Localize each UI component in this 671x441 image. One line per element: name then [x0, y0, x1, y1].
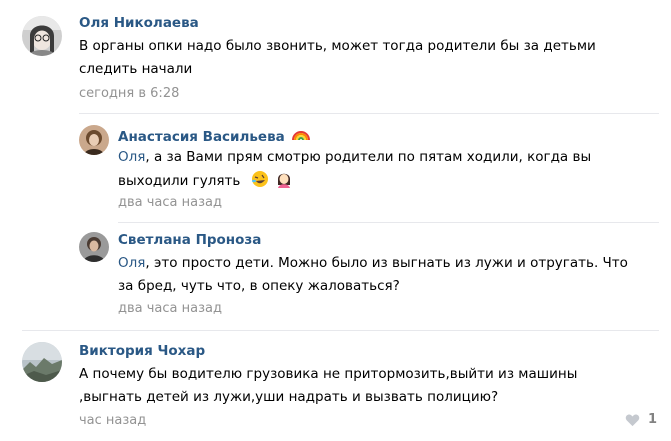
comment-text: , а за Вами прям смотрю родители по пята… — [145, 149, 592, 165]
comment-text-line: ,выгнать детей из лужи,уши надрать и выз… — [79, 389, 499, 405]
like-button[interactable]: 1 — [625, 412, 657, 427]
comment-text-line: выходили гулять — [118, 169, 295, 193]
like-count: 1 — [647, 412, 657, 427]
woman-emoji-icon — [277, 173, 290, 188]
comment-date[interactable]: сегодня в 6:28 — [79, 85, 179, 103]
comment-text: выходили гулять — [118, 173, 241, 189]
avatar-viktoria[interactable] — [22, 342, 62, 382]
comment-text-line: Оля, это просто дети. Можно было из выгн… — [118, 251, 628, 275]
comment-2: Анастасия Васильева Оля, а за Вами прям … — [0, 114, 671, 224]
mention-link[interactable]: Оля — [118, 149, 145, 165]
comment-date[interactable]: два часа назад — [118, 194, 222, 212]
avatar-svetlana[interactable] — [79, 232, 109, 262]
comments-thread: Оля Николаева В органы опки надо было зв… — [0, 0, 671, 441]
comment-author-name[interactable]: Анастасия Васильева — [118, 129, 285, 145]
comment-date[interactable]: два часа назад — [118, 300, 222, 318]
comment-text-line: В органы опки надо было звонить, может т… — [79, 38, 596, 54]
comment-text-line: А почему бы водителю грузовика не притор… — [79, 366, 578, 382]
heart-icon — [625, 413, 640, 426]
mention-link[interactable]: Оля — [118, 255, 145, 271]
rainbow-emoji-icon — [292, 131, 311, 141]
avatar-anastasia[interactable] — [79, 125, 109, 155]
comment-author[interactable]: Виктория Чохар — [79, 342, 205, 360]
comment-date[interactable]: час назад — [79, 412, 146, 430]
avatar-olya[interactable] — [22, 16, 62, 56]
comment-4: Виктория Чохар А почему бы водителю груз… — [0, 331, 671, 441]
comment-author[interactable]: Светлана Проноза — [118, 231, 261, 249]
comment-1: Оля Николаева В органы опки надо было зв… — [0, 0, 671, 115]
comment-text: , это просто дети. Можно было из выгнать… — [145, 255, 628, 271]
rofl-emoji-icon — [251, 171, 268, 187]
comment-text-line: за бред, чуть что, в опеку жаловаться? — [118, 278, 400, 294]
comment-text-line: Оля, а за Вами прям смотрю родители по п… — [118, 145, 591, 169]
comment-3: Светлана Проноза Оля, это просто дети. М… — [0, 223, 671, 331]
comment-author[interactable]: Анастасия Васильева — [118, 125, 312, 146]
comment-author[interactable]: Оля Николаева — [79, 14, 199, 32]
comment-text-line: следить начали — [79, 61, 193, 77]
